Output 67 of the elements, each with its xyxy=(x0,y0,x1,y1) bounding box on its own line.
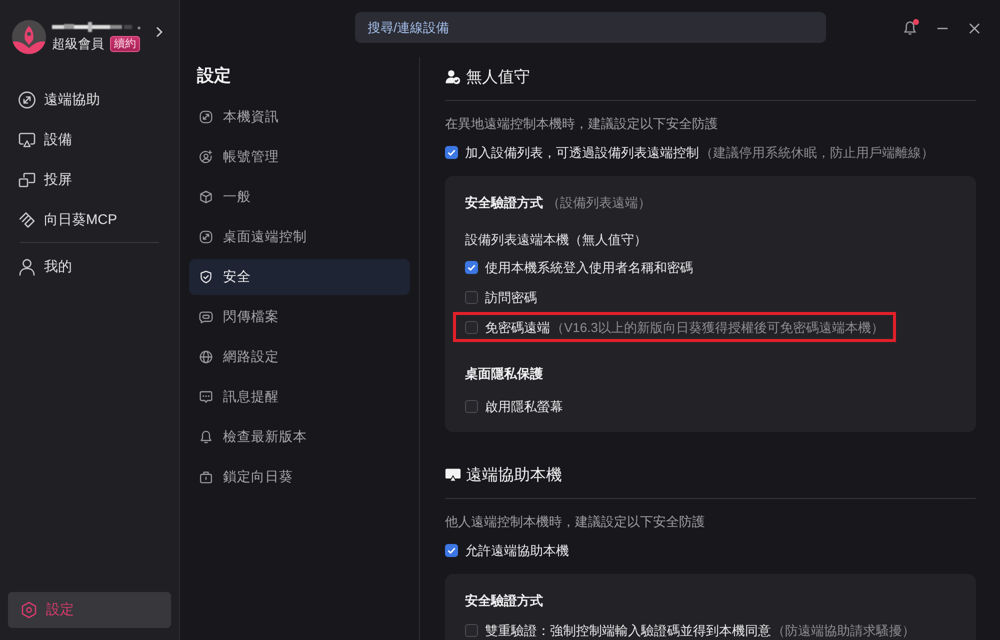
diagonal-stripes-icon xyxy=(18,211,36,229)
option-label: 雙重驗證：強制控制端輸入驗證碼並得到本機同意 xyxy=(485,622,771,638)
close-icon xyxy=(968,22,980,34)
monitor-icon xyxy=(445,467,461,483)
option-label: 允許遠端協助本機 xyxy=(465,542,569,558)
cube-icon xyxy=(199,190,213,204)
group-note: （設備列表遠端） xyxy=(547,194,651,212)
settings-menu-item[interactable]: 帳號管理 xyxy=(189,139,410,175)
chevron-right-icon[interactable] xyxy=(155,26,163,38)
square-arrows-icon xyxy=(199,110,213,124)
shield-icon xyxy=(199,270,213,284)
square-arrows-icon xyxy=(199,230,213,244)
nav-item[interactable]: 遠端協助 xyxy=(0,80,179,120)
settings-menu-item[interactable]: 安全 xyxy=(189,259,410,295)
globe-icon xyxy=(199,350,213,364)
checkbox[interactable] xyxy=(465,624,478,636)
nav-item[interactable]: 我的 xyxy=(0,247,179,287)
checkbox[interactable] xyxy=(465,320,478,334)
section-title: 遠端協助本機 xyxy=(466,466,562,486)
settings-title: 設定 xyxy=(196,65,232,87)
circle-arrows-icon xyxy=(18,91,36,109)
member-tier-label: 超級會員 xyxy=(52,34,104,52)
option-label: 加入設備列表，可透過設備列表遠端控制 xyxy=(465,144,699,160)
option-label: 訪問密碼 xyxy=(485,290,537,304)
option-label: 免密碼遠端 xyxy=(485,320,550,334)
settings-menu-item[interactable]: 一般 xyxy=(189,179,410,215)
bell-icon xyxy=(902,20,918,36)
group-subtitle: 設備列表遠端本機（無人值守） xyxy=(465,231,648,249)
monitor-icon xyxy=(18,131,36,149)
search-field[interactable]: 搜尋/連線設備 xyxy=(354,12,826,42)
checkbox[interactable] xyxy=(445,544,458,556)
option-note: （建議停用系統休眠，防止用戶端離線） xyxy=(700,144,934,160)
nav-item[interactable]: 投屏 xyxy=(0,160,179,200)
option-note: （防遠端協助請求騷擾） xyxy=(772,622,915,638)
option-note: （V16.3以上的新版向日葵獲得授權後可免密碼遠端本機） xyxy=(551,320,884,334)
checkbox[interactable] xyxy=(445,146,458,158)
checkbox[interactable] xyxy=(465,400,478,412)
checkbox[interactable] xyxy=(465,290,478,304)
group-title: 安全驗證方式 xyxy=(465,194,543,212)
group-title: 安全驗證方式 xyxy=(465,592,543,610)
chat-bubble-icon xyxy=(199,310,213,324)
nav-item[interactable]: 設備 xyxy=(0,120,179,160)
settings-menu-item[interactable]: 桌面遠端控制 xyxy=(189,219,410,255)
settings-menu-item[interactable]: 本機資訊 xyxy=(189,99,410,135)
message-icon xyxy=(199,390,213,404)
section-description: 他人遠端控制本機時，建議設定以下安全防護 xyxy=(445,513,706,531)
nav-item[interactable]: 向日葵MCP xyxy=(0,200,179,240)
settings-menu-item[interactable]: 閃傳檔案 xyxy=(189,299,410,335)
user-circle-icon xyxy=(199,150,213,164)
section-title: 無人值守 xyxy=(466,68,530,88)
bell-icon xyxy=(199,430,213,444)
option-label: 使用本機系統登入使用者名稱和密碼 xyxy=(485,260,693,274)
section-description: 在異地遠端控制本機時，建議設定以下安全防護 xyxy=(445,115,719,133)
user-icon xyxy=(18,258,36,276)
settings-menu-item[interactable]: 訊息提醒 xyxy=(189,379,410,415)
briefcase-icon xyxy=(199,470,213,484)
checkbox[interactable] xyxy=(465,260,478,274)
group-title: 桌面隱私保護 xyxy=(465,365,543,383)
settings-menu-item[interactable]: 檢查最新版本 xyxy=(189,419,410,455)
settings-icon xyxy=(20,601,38,619)
option-label: 啟用隱私螢幕 xyxy=(485,398,563,414)
avatar[interactable] xyxy=(12,20,46,54)
screens-icon xyxy=(18,171,36,189)
settings-menu-item[interactable]: 鎖定向日葵 xyxy=(189,459,410,495)
settings-menu-item[interactable]: 網路設定 xyxy=(189,339,410,375)
renew-badge[interactable]: 續約 xyxy=(110,36,140,52)
user-check-icon xyxy=(445,69,461,85)
